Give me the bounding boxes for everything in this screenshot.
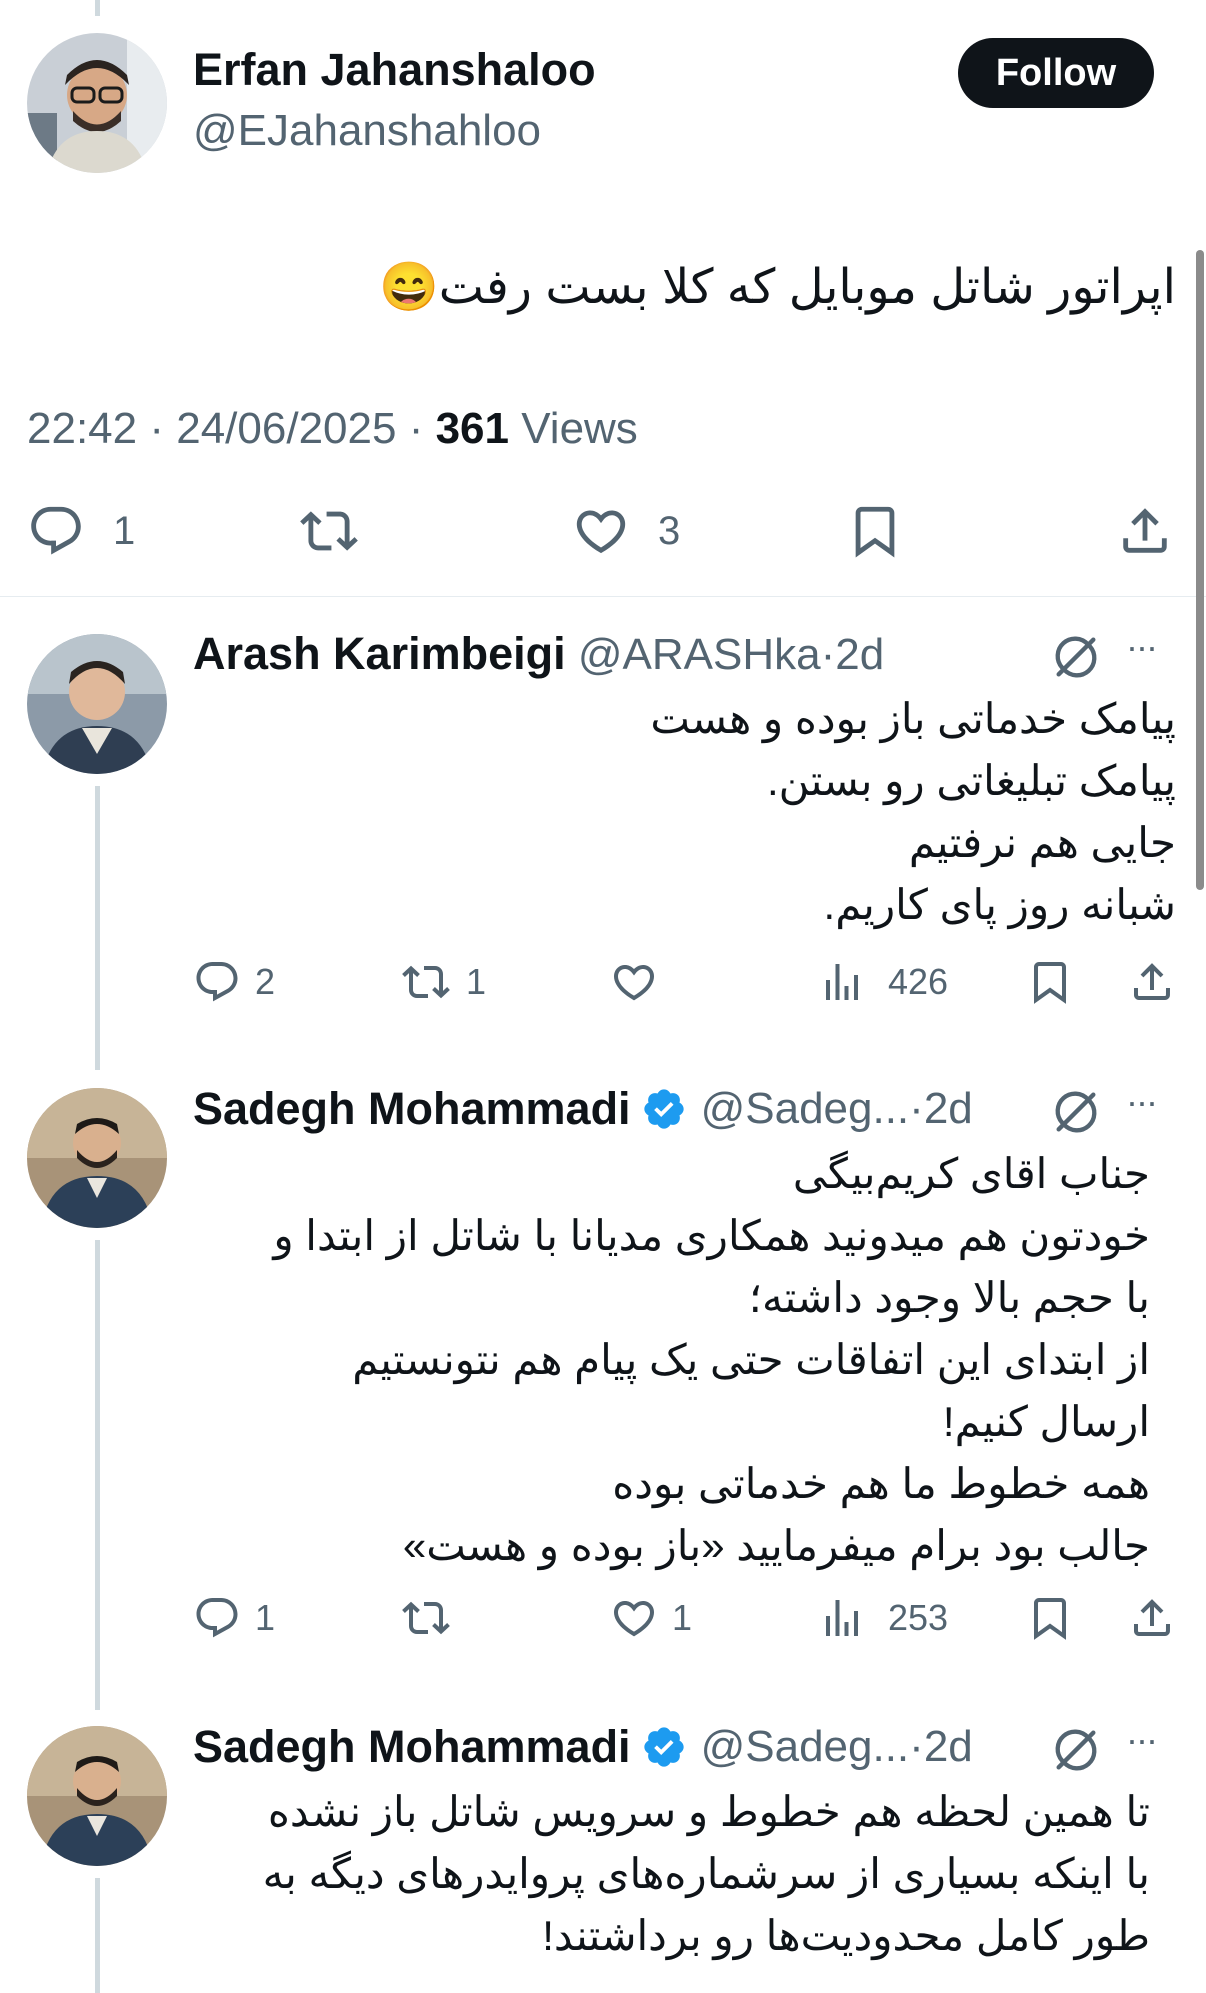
like-count: 1	[672, 1597, 693, 1638]
share-icon	[1116, 502, 1174, 560]
grok-icon[interactable]	[1050, 631, 1102, 688]
views-action[interactable]: 253	[818, 1594, 948, 1642]
reply-author-name[interactable]: Sadegh Mohammadi	[193, 1083, 631, 1135]
follow-button[interactable]: Follow	[958, 38, 1154, 108]
reply-author-name[interactable]: Sadegh Mohammadi	[193, 1721, 631, 1773]
thread-line	[95, 1240, 100, 1710]
repost-icon	[400, 958, 452, 1006]
divider	[0, 596, 1206, 597]
repost-count: 1	[466, 961, 487, 1002]
reply-count: 1	[113, 508, 136, 553]
reply-icon	[27, 502, 85, 560]
repost-icon	[400, 1594, 452, 1642]
repost-action[interactable]: 1	[400, 958, 486, 1006]
reply-action[interactable]: 1	[193, 1594, 275, 1642]
header-separator: ·	[909, 1722, 924, 1771]
header-separator: ·	[820, 630, 836, 679]
reply-text: تا همین لحظه هم خطوط و سرویس شاتل باز نش…	[262, 1788, 1150, 1959]
share-action[interactable]	[1116, 502, 1174, 560]
reply-action[interactable]: 2	[193, 958, 275, 1006]
reply-count: 1	[255, 1597, 276, 1638]
reply-icon	[193, 1594, 241, 1642]
header-separator: ·	[909, 1084, 924, 1133]
reply-author-handle[interactable]: @Sadeg...	[701, 1722, 910, 1772]
thread-line	[95, 1878, 100, 1993]
views-action[interactable]: 426	[818, 958, 948, 1006]
share-icon	[1128, 958, 1176, 1006]
view-count: 253	[888, 1597, 949, 1638]
like-action[interactable]: 1	[610, 1594, 692, 1642]
reply-count: 2	[255, 961, 276, 1002]
scrollbar[interactable]	[1196, 250, 1204, 890]
meta-separator: ·	[408, 404, 424, 453]
heart-icon	[610, 1594, 658, 1642]
reply-author-name[interactable]: Arash Karimbeigi	[193, 628, 566, 679]
tweet-text: اپراتور شاتل موبایل که کلا بست رفت😄	[378, 261, 1176, 314]
reply-header: Arash Karimbeigi @ARASHka·2d	[193, 628, 884, 680]
tweet-meta: 22:42 · 24/06/2025 · 361 Views	[27, 404, 638, 454]
bookmark-action[interactable]	[846, 502, 904, 560]
reply-text: جناب اقای کریم‌بیگی خودتون هم میدونید هم…	[273, 1150, 1150, 1569]
share-icon	[1128, 1594, 1176, 1642]
bookmark-icon	[1026, 1594, 1074, 1642]
meta-separator: ·	[149, 404, 164, 453]
reply-action[interactable]: 1	[27, 502, 135, 560]
avatar-sadegh[interactable]	[27, 1088, 167, 1228]
author-name[interactable]: Erfan Jahanshaloo	[193, 44, 596, 96]
reply-age[interactable]: 2d	[835, 630, 884, 679]
reply-header: Sadegh Mohammadi @Sadeg... · 2d	[193, 1721, 973, 1773]
share-action[interactable]	[1128, 1594, 1176, 1642]
like-count: 3	[658, 508, 681, 553]
like-action[interactable]: 3	[572, 502, 680, 560]
view-count: 426	[888, 961, 949, 1002]
reply-author-handle[interactable]: @Sadeg...	[701, 1084, 910, 1134]
avatar-arash[interactable]	[27, 634, 167, 774]
views-icon	[818, 1594, 866, 1642]
reply-author-handle[interactable]: @ARASHka	[578, 630, 821, 679]
repost-icon	[298, 502, 360, 560]
views-count: 361	[435, 404, 509, 453]
verified-badge-icon	[641, 1724, 687, 1770]
views-label: Views	[521, 404, 638, 453]
bookmark-action[interactable]	[1026, 1594, 1074, 1642]
avatar-sadegh[interactable]	[27, 1726, 167, 1866]
thread-line	[95, 786, 100, 1070]
reply-icon	[193, 958, 241, 1006]
bookmark-icon	[1026, 958, 1074, 1006]
avatar-erfan[interactable]	[27, 33, 167, 173]
repost-action[interactable]	[400, 1594, 466, 1642]
bookmark-icon	[846, 502, 904, 560]
heart-icon	[572, 502, 630, 560]
reply-age[interactable]: 2d	[924, 1084, 973, 1134]
tweet-date[interactable]: 24/06/2025	[176, 404, 396, 453]
heart-icon	[610, 958, 658, 1006]
share-action[interactable]	[1128, 958, 1176, 1006]
like-action[interactable]	[610, 958, 672, 1006]
tweet-time[interactable]: 22:42	[27, 404, 137, 453]
more-icon[interactable]: ···	[1126, 626, 1158, 668]
reply-text: پیامک خدماتی باز بوده و هست پیامک تبلیغا…	[650, 695, 1176, 928]
reply-header: Sadegh Mohammadi @Sadeg... · 2d	[193, 1083, 973, 1135]
author-handle[interactable]: @EJahanshahloo	[193, 106, 541, 156]
more-icon[interactable]: ···	[1126, 1719, 1158, 1761]
bookmark-action[interactable]	[1026, 958, 1074, 1006]
grok-icon[interactable]	[1050, 1724, 1102, 1781]
grok-icon[interactable]	[1050, 1086, 1102, 1143]
views-icon	[818, 958, 866, 1006]
repost-action[interactable]	[298, 502, 360, 560]
verified-badge-icon	[641, 1086, 687, 1132]
more-icon[interactable]: ···	[1126, 1081, 1158, 1123]
reply-age[interactable]: 2d	[924, 1722, 973, 1772]
top-thread-line	[95, 0, 100, 16]
